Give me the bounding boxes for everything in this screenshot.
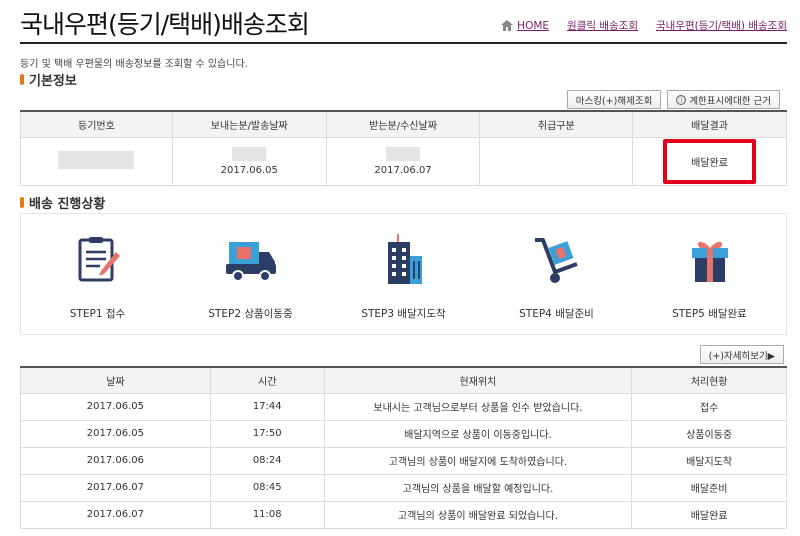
delivery-result-cell: 배달완료 (632, 136, 787, 186)
history-date: 2017.06.05 (20, 392, 211, 421)
page-title: 국내우편(등기/택배)배송조회 (20, 10, 310, 39)
history-location: 고객님의 상품이 배달지에 도착하였습니다. (323, 446, 633, 475)
col-date: 날짜 (20, 366, 211, 394)
step-3-label: STEP3 배달지도착 (361, 308, 446, 320)
step-2: STEP2 상품이동중 (174, 214, 327, 334)
delivery-result: 배달완료 (691, 157, 728, 169)
col-category: 취급구분 (479, 110, 634, 138)
step-1: STEP1 접수 (21, 214, 174, 334)
progress-heading: 배송 진행상황 (29, 197, 106, 212)
sender-date-cell: 2017.06.05 (171, 136, 327, 186)
history-location: 배달지역으로 상품이 이동중입니다. (323, 419, 633, 448)
sender-date: 2017.06.05 (220, 164, 278, 176)
masking-release-button[interactable]: 마스킹(+)해제조회 (566, 90, 662, 109)
basic-info-buttons: 마스킹(+)해제조회 ⓘ 계한표시에대한 근거 (566, 90, 780, 109)
history-date: 2017.06.05 (20, 419, 211, 448)
clipboard-icon (78, 237, 120, 282)
history-status: 배달완료 (631, 500, 787, 529)
receiver-date: 2017.06.07 (374, 164, 432, 176)
nav-home-label: HOME (517, 19, 550, 32)
history-table: 날짜 시간 현재위치 처리현황 2017.06.05 17:44 보내시는 고객… (20, 366, 787, 529)
basic-info-section-title: 기본정보 (20, 70, 77, 89)
limit-info-button[interactable]: ⓘ 계한표시에대한 근거 (667, 90, 780, 109)
masked-tracking-number (58, 150, 135, 169)
history-time: 17:50 (209, 419, 325, 448)
basic-info-table: 등기번호 보내는분/발송날짜 받는분/수신날짜 취급구분 배달결과 2017.0… (20, 110, 787, 186)
basic-info-header-row: 등기번호 보내는분/발송날짜 받는분/수신날짜 취급구분 배달결과 (20, 110, 787, 138)
step-4-label: STEP4 배달준비 (519, 308, 594, 320)
history-status: 접수 (631, 392, 787, 421)
limit-info-label: 계한표시에대한 근거 (689, 95, 771, 107)
col-status: 처리현황 (631, 366, 787, 394)
building-icon (387, 234, 422, 284)
progress-section-title: 배송 진행상황 (20, 193, 105, 212)
section-bullet-icon (20, 197, 24, 208)
nav-home-link[interactable]: HOME (501, 20, 549, 32)
step-5-label: STEP5 배달완료 (672, 308, 747, 320)
step-1-label: STEP1 접수 (69, 308, 126, 320)
history-row: 2017.06.07 11:08 고객님의 상품이 배달완료 되었습니다. 배달… (20, 500, 787, 529)
col-time: 시간 (209, 366, 325, 394)
progress-steps: STEP1 접수 STEP2 상품이동중 STEP3 배달지도착 STEP4 배… (20, 213, 787, 335)
info-icon: ⓘ (676, 94, 687, 105)
masked-receiver-name (386, 146, 421, 161)
history-location: 고객님의 상품을 배달할 예정입니다. (323, 473, 633, 502)
history-time: 08:24 (209, 446, 325, 475)
history-row: 2017.06.06 08:24 고객님의 상품이 배달지에 도착하였습니다. … (20, 446, 787, 475)
history-time: 17:44 (209, 392, 325, 421)
truck-icon (225, 242, 276, 282)
history-status: 배달지도착 (631, 446, 787, 475)
step-2-label: STEP2 상품이동중 (208, 308, 293, 320)
nav-oneclick-link[interactable]: 원클릭 배송조회 (567, 18, 638, 33)
history-date: 2017.06.07 (20, 500, 211, 529)
col-tracking-number: 등기번호 (20, 110, 173, 138)
history-row: 2017.06.05 17:44 보내시는 고객님으로부터 상품을 인수 받았습… (20, 392, 787, 421)
section-bullet-icon (20, 74, 24, 85)
home-icon (501, 20, 514, 31)
history-date: 2017.06.07 (20, 473, 211, 502)
history-location: 보내시는 고객님으로부터 상품을 인수 받았습니다. (323, 392, 633, 421)
history-time: 11:08 (209, 500, 325, 529)
nav-domestic-tracking-link[interactable]: 국내우편(등기/택배) 배송조회 (656, 18, 787, 33)
basic-info-data-row: 2017.06.05 2017.06.07 배달완료 (20, 136, 787, 186)
history-row: 2017.06.07 08:45 고객님의 상품을 배달할 예정입니다. 배달준… (20, 473, 787, 502)
history-time: 08:45 (209, 473, 325, 502)
basic-info-heading: 기본정보 (29, 74, 77, 89)
title-divider (20, 42, 787, 44)
history-status: 배달준비 (631, 473, 787, 502)
category-cell (479, 136, 634, 186)
col-delivery-result: 배달결과 (632, 110, 787, 138)
receiver-date-cell: 2017.06.07 (325, 136, 481, 186)
tracking-number-cell (20, 136, 173, 186)
view-details-button[interactable]: (+)자세히보기▶ (699, 345, 784, 364)
gift-icon (691, 241, 728, 282)
history-row: 2017.06.05 17:50 배달지역으로 상품이 이동중입니다. 상품이동… (20, 419, 787, 448)
history-header-row: 날짜 시간 현재위치 처리현황 (20, 366, 787, 394)
masked-sender-name (232, 146, 267, 161)
col-location: 현재위치 (323, 366, 633, 394)
col-receiver-date: 받는분/수신날짜 (325, 110, 481, 138)
top-nav: HOME 원클릭 배송조회 국내우편(등기/택배) 배송조회 (501, 18, 787, 33)
page-description: 등기 및 택배 우편물의 배송정보를 조회할 수 있습니다. (20, 59, 248, 70)
history-location: 고객님의 상품이 배달완료 되었습니다. (323, 500, 633, 529)
delivery-result-highlight: 배달완료 (663, 138, 756, 184)
step-4: STEP4 배달준비 (480, 214, 633, 334)
history-status: 상품이동중 (631, 419, 787, 448)
history-date: 2017.06.06 (20, 446, 211, 475)
step-5: STEP5 배달완료 (633, 214, 786, 334)
hand-cart-icon (534, 238, 578, 283)
step-3: STEP3 배달지도착 (327, 214, 480, 334)
col-sender-date: 보내는분/발송날짜 (171, 110, 327, 138)
